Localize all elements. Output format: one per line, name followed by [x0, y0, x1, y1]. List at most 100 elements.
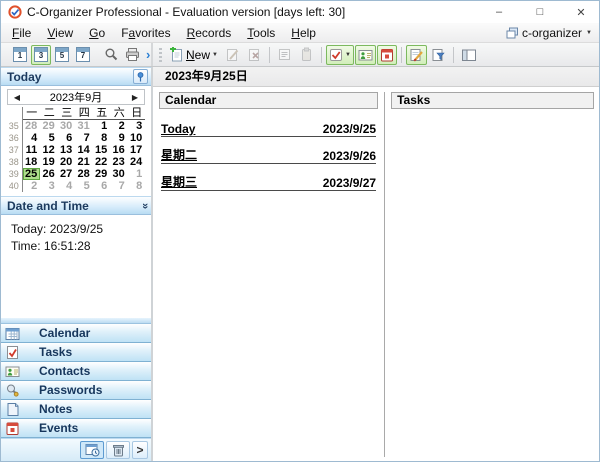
minimize-button[interactable]: – — [481, 1, 517, 23]
tasks-panel: Tasks — [391, 92, 594, 457]
menu-go[interactable]: Go — [81, 24, 113, 42]
calendar-day[interactable]: 10 — [128, 132, 146, 144]
calendar-day[interactable]: 22 — [93, 156, 111, 168]
menu-tools[interactable]: Tools — [239, 24, 283, 42]
calendar-day[interactable]: 21 — [75, 156, 93, 168]
show-contacts-toggle[interactable] — [354, 44, 376, 65]
calendar-day[interactable]: 20 — [58, 156, 76, 168]
calendar-day[interactable]: 9 — [110, 132, 128, 144]
calendar-day-row[interactable]: 星期二 2023/9/26 — [161, 145, 377, 164]
calendar-day[interactable]: 2 — [110, 120, 128, 132]
sidebar-item-calendar[interactable]: Calendar — [1, 324, 151, 343]
work-week-view-button[interactable]: 3 — [31, 44, 51, 65]
toolbar-overflow-button[interactable]: › — [143, 47, 153, 62]
calendar-day[interactable]: 5 — [40, 132, 58, 144]
calendar-day[interactable]: 7 — [75, 132, 93, 144]
month-view-button[interactable]: 7 — [73, 45, 93, 65]
calendar-day[interactable]: 17 — [128, 144, 146, 156]
calendar-day[interactable]: 11 — [23, 144, 41, 156]
calendar-day-row[interactable]: 星期三 2023/9/27 — [161, 172, 377, 191]
menu-view[interactable]: View — [39, 24, 81, 42]
calendar-day[interactable]: 8 — [93, 132, 111, 144]
calendar-day[interactable]: 8 — [128, 180, 146, 192]
calendar-day[interactable]: 1 — [93, 120, 111, 132]
calendar-day[interactable]: 30 — [58, 120, 76, 132]
new-record-button[interactable]: New ▼ — [166, 45, 221, 65]
calendar-day[interactable]: 2 — [23, 180, 41, 192]
calendar-day[interactable]: 26 — [40, 168, 58, 180]
today-date-text: Today: 2023/9/25 — [11, 222, 104, 236]
calendar-day[interactable]: 13 — [58, 144, 76, 156]
edit-record-button[interactable] — [222, 45, 243, 65]
calendar-day[interactable]: 6 — [58, 132, 76, 144]
calendar-day[interactable]: 3 — [40, 180, 58, 192]
sidebar-item-contacts[interactable]: Contacts — [1, 362, 151, 381]
calendar-day[interactable]: 14 — [75, 144, 93, 156]
calendar-day[interactable]: 12 — [40, 144, 58, 156]
datetime-panel-title: Date and Time — [7, 198, 89, 213]
calendar-day-row[interactable]: Today 2023/9/25 — [161, 118, 377, 137]
calendar-day[interactable]: 27 — [58, 168, 76, 180]
calendar-day[interactable]: 24 — [128, 156, 146, 168]
close-button[interactable]: ✕ — [563, 1, 599, 23]
sidebar-item-tasks[interactable]: Tasks — [1, 343, 151, 362]
print-button[interactable] — [122, 45, 142, 65]
sidebar-item-events[interactable]: Events — [1, 419, 151, 438]
calendar-day[interactable]: 5 — [75, 180, 93, 192]
menu-file[interactable]: File — [4, 24, 39, 42]
day-view-button[interactable]: 1 — [10, 45, 30, 65]
nav-splitter-grip[interactable] — [1, 317, 151, 324]
calendar-day[interactable]: 3 — [128, 120, 146, 132]
calendar-day[interactable]: 6 — [93, 180, 111, 192]
recycle-bin-button[interactable] — [106, 441, 130, 459]
prev-month-button[interactable]: ◀ — [8, 93, 26, 102]
calendar-day[interactable]: 28 — [23, 120, 41, 132]
sidebar-expand-button[interactable]: > — [132, 441, 148, 459]
toolbar-grip[interactable] — [159, 47, 162, 62]
calendar-day[interactable]: 25 — [22, 168, 41, 180]
panels-icon — [461, 49, 476, 61]
calendar-day[interactable]: 29 — [93, 168, 111, 180]
calendar-day[interactable]: 30 — [110, 168, 128, 180]
calendar-day[interactable]: 1 — [128, 168, 146, 180]
panels-button[interactable] — [458, 45, 480, 65]
maximize-button[interactable]: □ — [522, 1, 558, 23]
chevron-down-icon: ▼ — [586, 29, 592, 36]
calendar-day[interactable]: 28 — [75, 168, 93, 180]
paste-button[interactable] — [296, 45, 317, 65]
calendar-day[interactable]: 4 — [58, 180, 76, 192]
delete-record-button[interactable] — [244, 45, 265, 65]
calendar-day[interactable]: 19 — [40, 156, 58, 168]
day-date: 2023/9/25 — [322, 122, 377, 136]
pin-button[interactable] — [133, 69, 148, 84]
sidebar-item-passwords[interactable]: Passwords — [1, 381, 151, 400]
new-button-label: New — [186, 47, 211, 62]
show-details-button[interactable] — [274, 45, 295, 65]
sidebar-item-notes[interactable]: Notes — [1, 400, 151, 419]
filter-button[interactable] — [428, 45, 449, 65]
edit-mode-toggle[interactable] — [405, 44, 427, 65]
calendar-day[interactable]: 31 — [75, 120, 93, 132]
panel-splitter[interactable] — [384, 92, 386, 457]
show-tasks-toggle[interactable]: ▼ — [325, 44, 354, 65]
calendar-day[interactable]: 4 — [23, 132, 41, 144]
database-selector[interactable]: c-organizer ▼ — [506, 26, 599, 40]
search-icon — [105, 48, 118, 61]
calendar-clock-button[interactable] — [80, 441, 104, 459]
menu-favorites[interactable]: Favorites — [113, 24, 178, 42]
show-events-icon — [380, 48, 393, 61]
calendar-day[interactable]: 7 — [110, 180, 128, 192]
calendar-day[interactable]: 29 — [40, 120, 58, 132]
day-view-icon: 1 — [13, 47, 27, 62]
calendar-day[interactable]: 15 — [93, 144, 111, 156]
search-button[interactable] — [101, 45, 121, 65]
collapse-chevron-icon[interactable]: » — [139, 202, 151, 208]
calendar-day[interactable]: 18 — [23, 156, 41, 168]
calendar-day[interactable]: 16 — [110, 144, 128, 156]
menu-help[interactable]: Help — [283, 24, 324, 42]
menu-records[interactable]: Records — [179, 24, 240, 42]
next-month-button[interactable]: ▶ — [126, 93, 144, 102]
week-view-button[interactable]: 5 — [52, 45, 72, 65]
show-events-toggle[interactable] — [376, 44, 397, 65]
calendar-day[interactable]: 23 — [110, 156, 128, 168]
